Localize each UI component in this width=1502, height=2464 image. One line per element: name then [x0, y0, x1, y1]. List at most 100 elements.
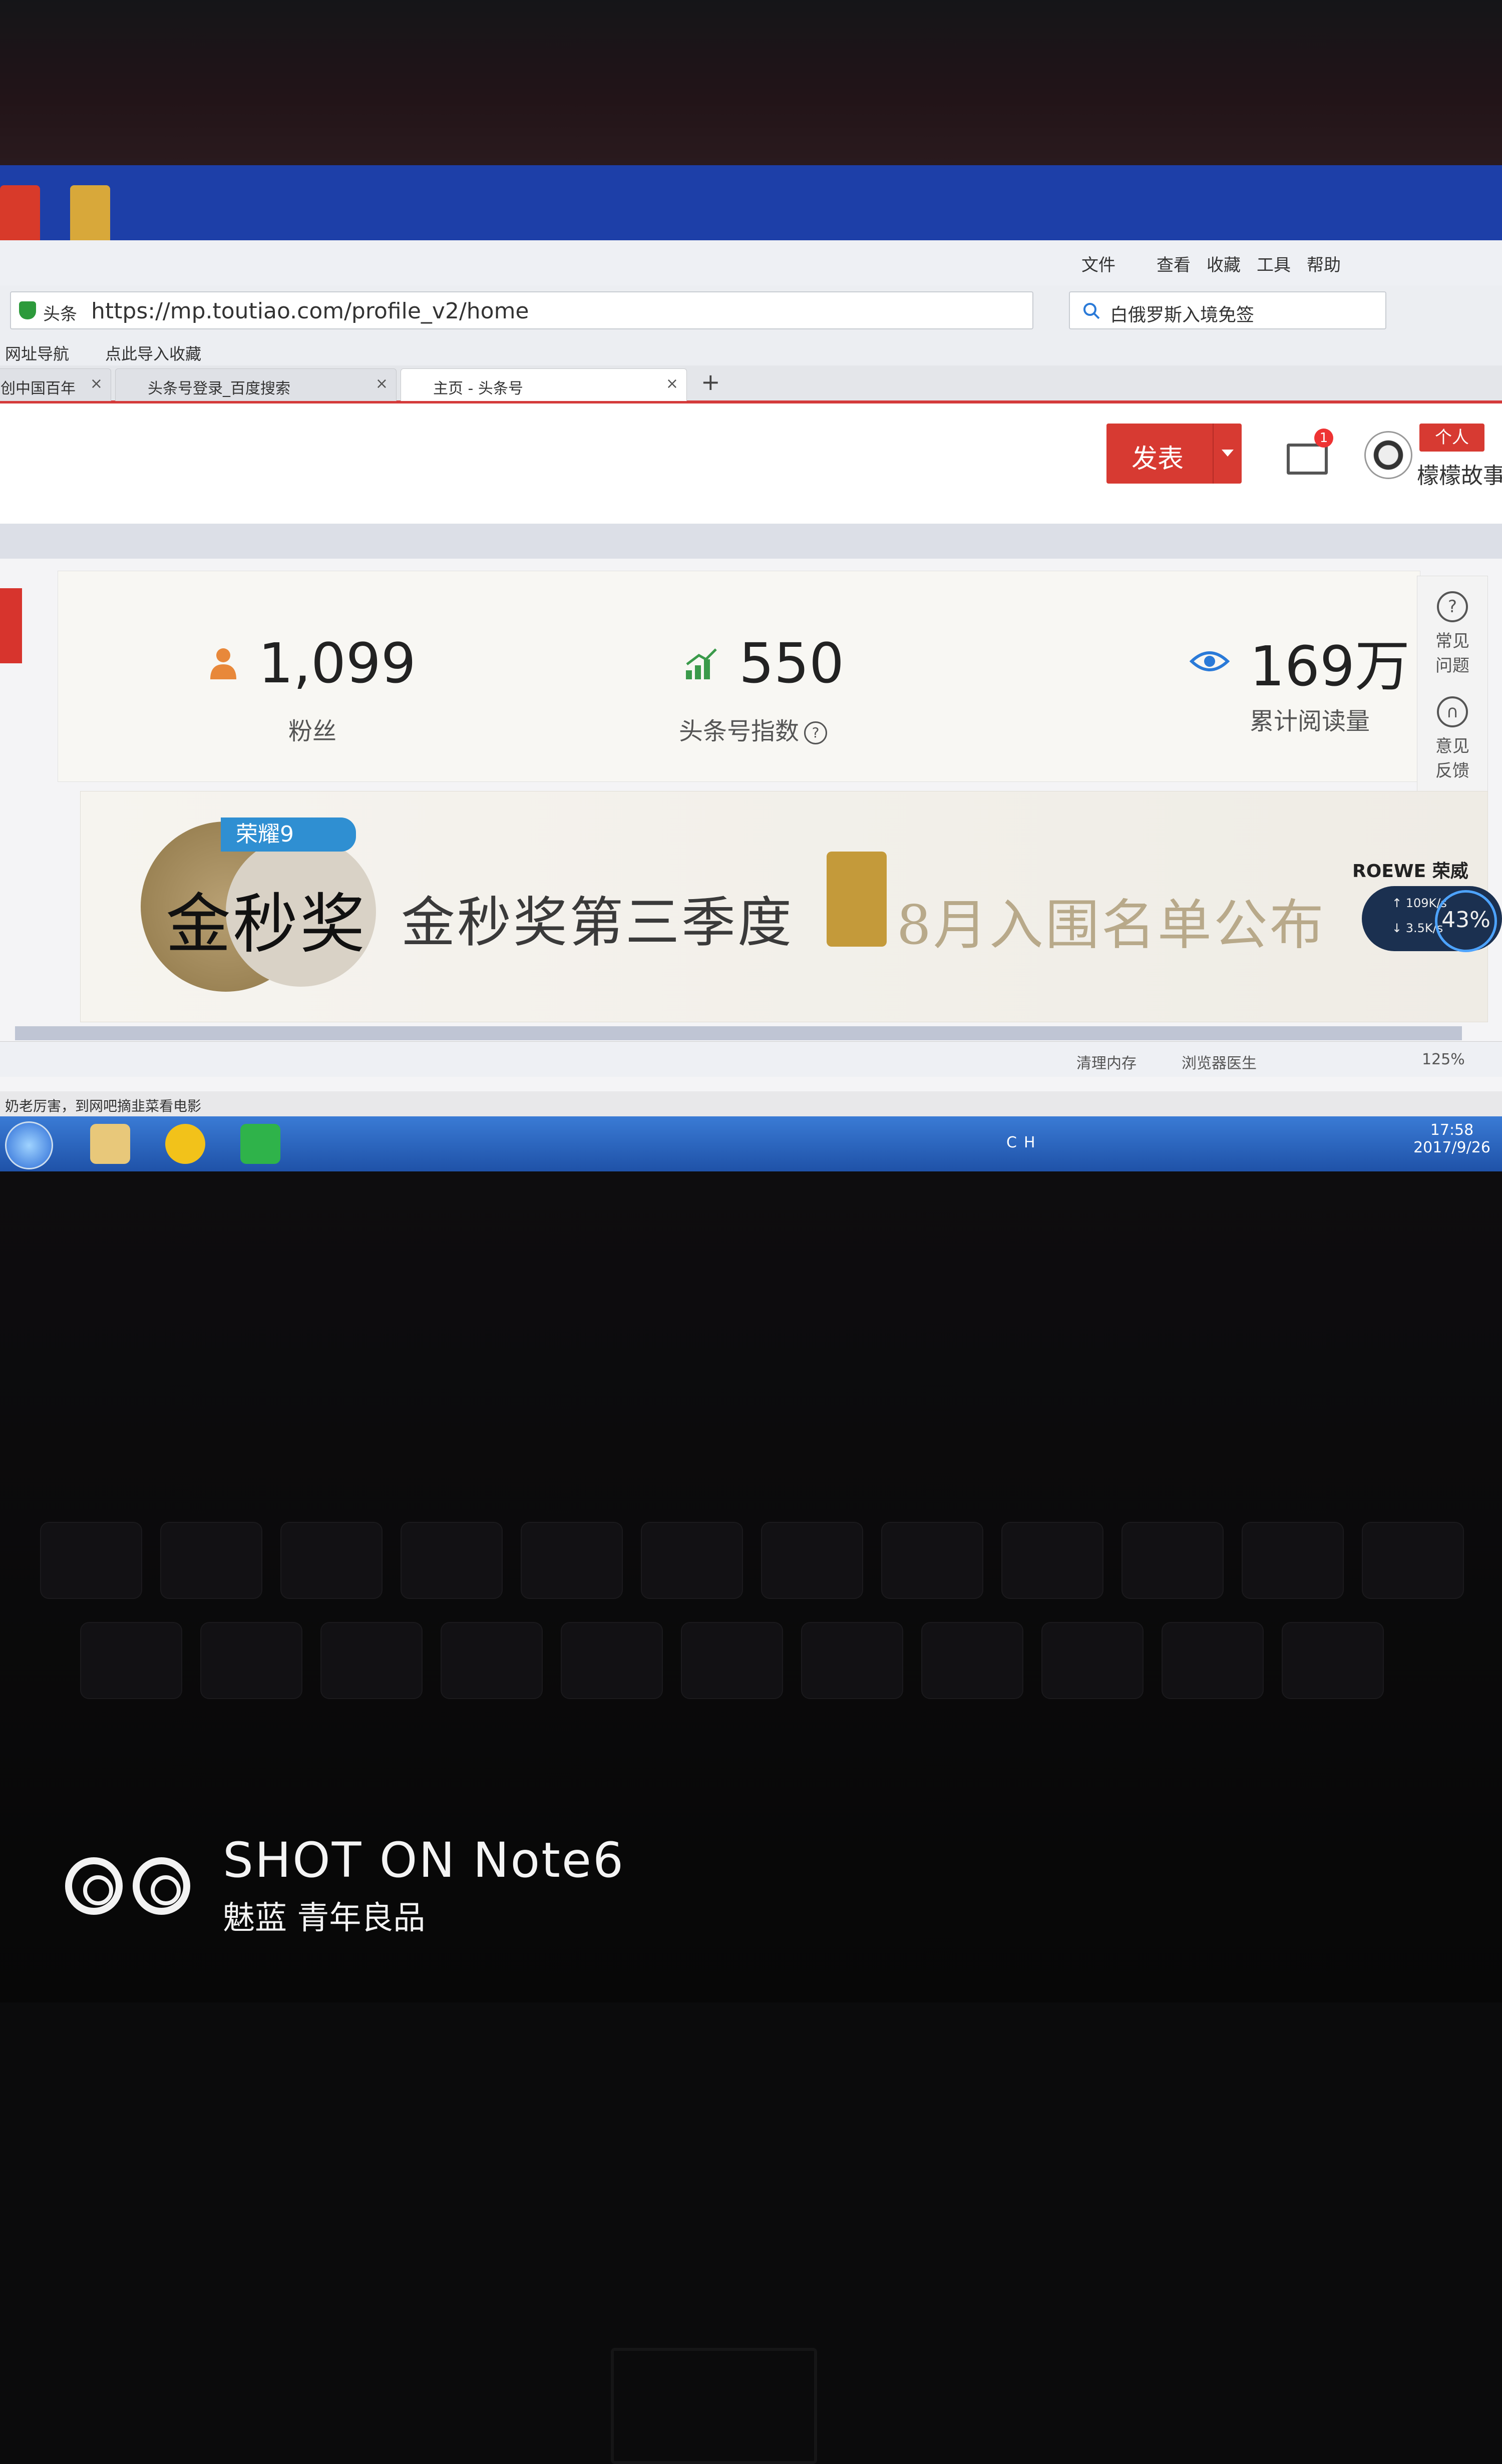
help-icon[interactable]: ? — [804, 721, 828, 744]
keyboard-key — [641, 1522, 743, 1599]
camera-logo-icon — [133, 1857, 190, 1915]
section-divider — [0, 524, 1502, 559]
menu-file[interactable]: 文件 — [1081, 251, 1115, 276]
search-input[interactable]: 白俄罗斯入境免签 — [1069, 291, 1386, 329]
camera-logo-icon — [65, 1857, 123, 1915]
menu-view[interactable]: 查看 — [1157, 251, 1191, 276]
keyboard-key — [921, 1622, 1023, 1699]
stat-index[interactable]: 550 头条号指数? — [509, 571, 959, 781]
trophy-icon — [827, 852, 887, 947]
promo-banner[interactable]: 荣耀9 金秒奖 金秒奖第三季度 8月入围名单公布 ROEWE 荣威 — [80, 791, 1488, 1022]
url-text[interactable]: https://mp.toutiao.com/profile_v2/home — [91, 298, 529, 324]
account-type-badge: 个人 — [1419, 424, 1484, 452]
memory-usage: 43% — [1435, 890, 1497, 952]
sidebar-edge — [0, 588, 22, 663]
feedback-button[interactable]: ∩ 意见反馈 — [1417, 696, 1487, 781]
close-icon[interactable]: × — [666, 375, 678, 392]
tab-toutiao-home[interactable]: 主页 - 头条号 × — [401, 368, 687, 401]
network-speed-widget[interactable]: ↑ 109K/s ↓ 3.5K/s 43% — [1362, 886, 1502, 952]
file-explorer-icon[interactable] — [90, 1124, 130, 1164]
iqiyi-icon[interactable] — [240, 1124, 280, 1164]
keyboard-key — [401, 1522, 503, 1599]
system-clock[interactable]: 17:58 2017/9/26 — [1412, 1121, 1492, 1156]
faq-label: 常见问题 — [1435, 631, 1469, 676]
close-icon[interactable]: × — [90, 375, 103, 392]
index-label-text: 头条号指数 — [679, 717, 800, 745]
bookmark-import[interactable]: 点此导入收藏 — [105, 341, 201, 364]
address-bar[interactable]: 头条 https://mp.toutiao.com/profile_v2/hom… — [10, 291, 1033, 329]
keyboard-key — [1001, 1522, 1103, 1599]
browser-status-bar: 清理内存 浏览器医生 125% — [0, 1041, 1502, 1077]
keyboard-key — [1162, 1622, 1264, 1699]
news-ticker-bar: 奶老厉害，到网吧摘韭菜看电影 — [0, 1091, 1502, 1116]
monitor-bezel — [0, 0, 1502, 165]
growth-chart-icon — [686, 648, 717, 679]
desktop-shortcut-icon[interactable] — [0, 185, 40, 245]
avatar[interactable] — [1364, 431, 1412, 479]
keyboard-key — [1282, 1622, 1384, 1699]
chevron-down-icon[interactable] — [1213, 424, 1242, 484]
search-query: 白俄罗斯入境免签 — [1110, 305, 1255, 325]
award-title: 金秒奖 — [166, 886, 367, 962]
stat-reads[interactable]: 169万 累计阅读量 — [959, 571, 1410, 781]
keyboard-key — [1242, 1522, 1344, 1599]
keyboard-key — [1041, 1622, 1144, 1699]
keyboard-key — [441, 1622, 543, 1699]
zoom-level[interactable]: 125% — [1422, 1051, 1465, 1068]
watermark-title: SHOT ON Note6 — [223, 1832, 625, 1888]
new-tab-button[interactable]: + — [701, 368, 720, 395]
banner-subline: 8月入围名单公布 — [897, 894, 1326, 957]
keyboard-key — [280, 1522, 383, 1599]
tab-history[interactable]: 创中国百年 × — [0, 368, 111, 401]
publish-button[interactable]: 发表 — [1106, 424, 1242, 484]
bookmarks-bar: 网址导航 点此导入收藏 — [0, 335, 1502, 365]
keyboard-key — [681, 1622, 783, 1699]
clock-time: 17:58 — [1430, 1121, 1474, 1139]
close-icon[interactable]: × — [376, 375, 388, 392]
faq-button[interactable]: ? 常见问题 — [1417, 591, 1487, 676]
security-shield-icon — [19, 301, 36, 319]
bookmark-nav[interactable]: 网址导航 — [5, 341, 69, 364]
reads-label: 累计阅读量 — [1250, 707, 1370, 735]
tab-baidu-search[interactable]: 头条号登录_百度搜索 × — [115, 368, 397, 401]
keyboard-key — [881, 1522, 983, 1599]
person-icon — [210, 648, 236, 679]
browser-doctor-button[interactable]: 浏览器医生 — [1182, 1051, 1257, 1073]
music-player-icon[interactable] — [165, 1124, 205, 1164]
tab-label: 头条号登录_百度搜索 — [148, 380, 290, 397]
laptop-screen: 文件 查看 收藏 工具 帮助 头条 https://mp.toutiao.com… — [0, 165, 1502, 1171]
tab-label: 主页 - 头条号 — [433, 380, 523, 397]
address-bar-row: 头条 https://mp.toutiao.com/profile_v2/hom… — [0, 285, 1502, 335]
mail-icon[interactable] — [1287, 444, 1328, 475]
clean-memory-button[interactable]: 清理内存 — [1076, 1051, 1137, 1073]
horizontal-scrollbar[interactable] — [15, 1026, 1462, 1040]
watermark-subtitle: 魅蓝 青年良品 — [223, 1900, 426, 1937]
desktop-folder-icon[interactable] — [70, 185, 110, 245]
brand-tag: 荣耀9 — [221, 817, 356, 852]
menu-tools[interactable]: 工具 — [1257, 251, 1291, 276]
feedback-label: 意见反馈 — [1435, 736, 1469, 781]
news-ticker[interactable]: 奶老厉害，到网吧摘韭菜看电影 — [5, 1095, 201, 1115]
page-header: 发表 1 个人 檬檬故事 — [0, 403, 1502, 524]
keyboard-key — [561, 1622, 663, 1699]
keyboard-key — [200, 1622, 302, 1699]
reads-value: 169万 — [1250, 634, 1410, 698]
system-tray[interactable]: CH — [1006, 1134, 1042, 1151]
search-icon — [1083, 303, 1100, 319]
stat-followers[interactable]: 1,099 粉丝 — [58, 571, 509, 781]
menu-help[interactable]: 帮助 — [1307, 251, 1341, 276]
laptop-logo — [611, 2348, 817, 2464]
browser-window: 文件 查看 收藏 工具 帮助 头条 https://mp.toutiao.com… — [0, 240, 1502, 1111]
publish-label: 发表 — [1132, 444, 1184, 474]
username[interactable]: 檬檬故事 — [1417, 458, 1502, 490]
keyboard-key — [80, 1622, 182, 1699]
site-tag: 头条 — [43, 304, 77, 324]
ie-browser-icon[interactable] — [5, 1121, 53, 1169]
tab-bar: 创中国百年 × 头条号登录_百度搜索 × 主页 - 头条号 × + — [0, 365, 1502, 403]
keyboard-key — [40, 1522, 142, 1599]
banner-headline: 金秒奖第三季度 — [401, 892, 794, 954]
menu-bar: 文件 查看 收藏 工具 帮助 — [0, 240, 1502, 286]
keyboard-key — [801, 1622, 903, 1699]
notification-badge: 1 — [1314, 429, 1333, 448]
menu-favorites[interactable]: 收藏 — [1207, 251, 1241, 276]
